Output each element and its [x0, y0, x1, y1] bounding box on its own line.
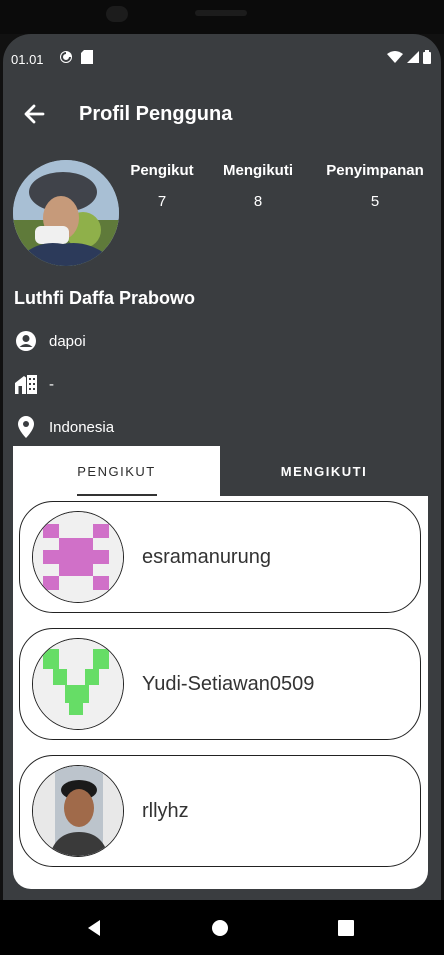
stat-value: 5: [370, 193, 380, 210]
stat-label: Pengikut: [130, 162, 194, 179]
follower-username: esramanurung: [142, 546, 271, 568]
tab-label: PENGIKUT: [77, 463, 156, 479]
square-recents-icon: [338, 920, 354, 936]
stat-label: Penyimpanan: [326, 162, 424, 179]
circle-home-icon: [212, 920, 228, 936]
screen: 01.01 Profil Pengguna Pengikut 7 Mengiku…: [3, 34, 441, 900]
device-frame: 01.01 Profil Pengguna Pengikut 7 Mengiku…: [0, 0, 444, 955]
arrow-left-icon: [24, 104, 45, 124]
stat-following[interactable]: Mengikuti 8: [218, 162, 298, 210]
sync-icon: [60, 51, 72, 63]
battery-icon: [423, 50, 431, 64]
back-button[interactable]: [21, 100, 49, 128]
location-pin-icon: [15, 416, 37, 438]
tab-label: MENGIKUTI: [280, 463, 368, 479]
signal-icon: [407, 51, 419, 63]
company-row: -: [15, 373, 54, 395]
system-nav-bar: [0, 900, 444, 955]
followers-list: esramanurung Yudi-Setiawan0509 rllyhz: [13, 496, 428, 889]
list-item[interactable]: esramanurung: [19, 501, 421, 613]
list-item[interactable]: Yudi-Setiawan0509: [19, 628, 421, 740]
follower-username: rllyhz: [142, 800, 189, 822]
avatar: [32, 511, 124, 603]
username-text: dapoi: [49, 332, 86, 350]
stat-value: 7: [157, 193, 167, 210]
top-bezel: [0, 0, 444, 34]
wifi-icon: [387, 51, 403, 63]
stat-followers[interactable]: Pengikut 7: [128, 162, 196, 210]
app-bar: Profil Pengguna: [3, 92, 441, 136]
location-row: Indonesia: [15, 416, 114, 438]
triangle-back-icon: [88, 920, 100, 936]
location-text: Indonesia: [49, 418, 115, 436]
avatar: [32, 765, 124, 857]
company-icon: [15, 373, 37, 395]
nav-home-button[interactable]: [206, 914, 234, 942]
nav-back-button[interactable]: [80, 914, 108, 942]
page-title: Profil Pengguna: [79, 103, 233, 125]
company-text: -: [49, 375, 54, 393]
stat-label: Mengikuti: [223, 162, 293, 179]
tab-following[interactable]: MENGIKUTI: [220, 446, 428, 496]
username-row: dapoi: [15, 330, 86, 352]
tab-followers[interactable]: PENGIKUT: [13, 446, 220, 496]
profile-name: Luthfi Daffa Prabowo: [14, 288, 195, 308]
speaker-grille: [195, 10, 247, 16]
sd-card-icon: [81, 50, 93, 64]
nav-recents-button[interactable]: [332, 914, 360, 942]
follower-username: Yudi-Setiawan0509: [142, 673, 315, 695]
stat-saved[interactable]: Penyimpanan 5: [321, 162, 429, 210]
profile-avatar: [13, 160, 119, 266]
status-time: 01.01: [11, 52, 44, 67]
tab-bar: PENGIKUT MENGIKUTI: [13, 446, 428, 496]
account-icon: [15, 330, 37, 352]
stat-value: 8: [253, 193, 263, 210]
camera-icon: [106, 6, 128, 22]
list-item[interactable]: rllyhz: [19, 755, 421, 867]
avatar: [32, 638, 124, 730]
status-bar: 01.01: [3, 34, 441, 80]
